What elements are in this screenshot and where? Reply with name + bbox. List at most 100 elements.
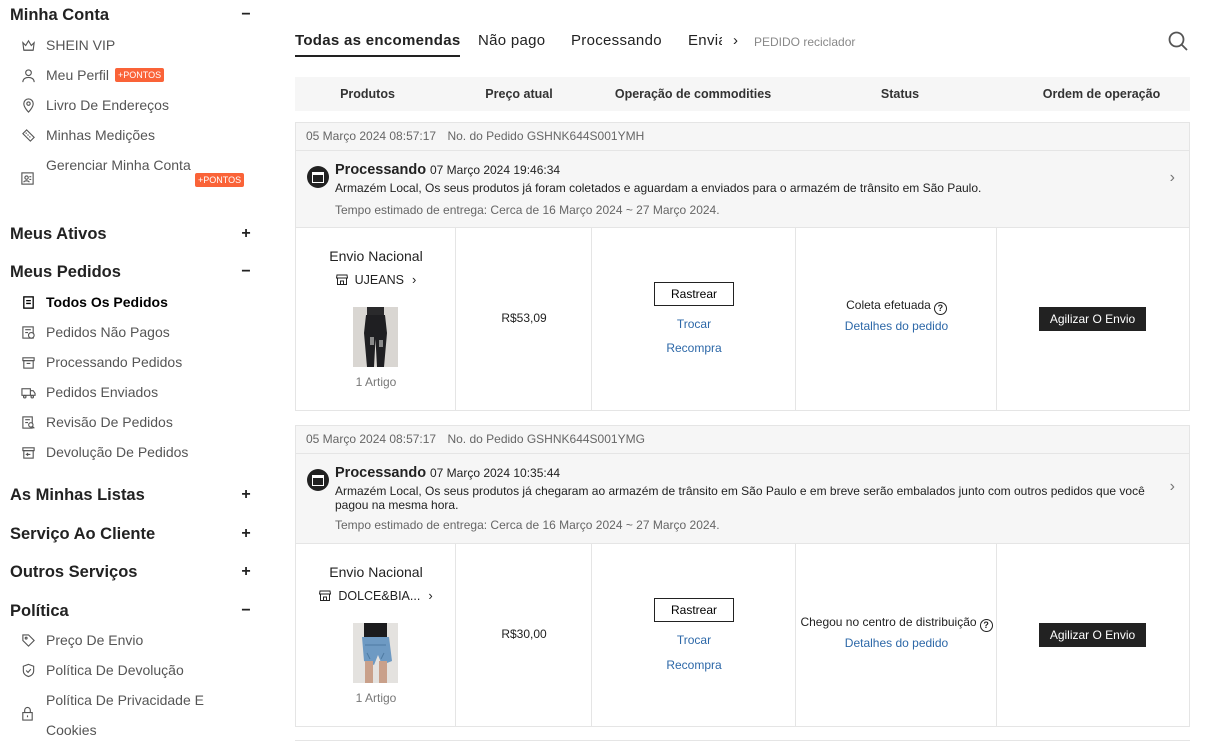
expedite-shipping-button[interactable]: Agilizar O Envio (1039, 307, 1146, 331)
shipment-status: Chegou no centro de distribuição? (796, 615, 997, 632)
ruler-icon (20, 127, 36, 143)
help-icon[interactable]: ? (933, 301, 947, 315)
shield-check-icon (20, 662, 36, 678)
sidebar-item-preco-envio[interactable]: Preço De Envio (20, 625, 262, 655)
return-box-icon (20, 444, 36, 460)
tab-todas[interactable]: Todas as encomendas (295, 32, 461, 57)
collapse-icon[interactable]: − (240, 602, 252, 620)
collapse-icon[interactable]: − (240, 6, 252, 24)
expand-icon[interactable]: + (240, 563, 252, 581)
price-cell: R$30,00 (456, 544, 592, 726)
section-servico-cliente[interactable]: Serviço Ao Cliente + (10, 523, 252, 545)
price-cell: R$53,09 (456, 228, 592, 410)
expand-icon[interactable]: + (240, 525, 252, 543)
points-badge: +PONTOS (115, 68, 165, 82)
processing-box-icon (307, 166, 329, 188)
order-date: 05 Março 2024 08:57:17 (306, 129, 437, 143)
expedite-shipping-button[interactable]: Agilizar O Envio (1039, 623, 1146, 647)
product-thumbnail[interactable] (353, 307, 398, 367)
tab-pedido-reciclador[interactable]: PEDIDO reciclador (754, 35, 855, 49)
account-card-icon (20, 171, 36, 187)
person-icon (20, 67, 36, 83)
chevron-right-icon[interactable]: › (1170, 169, 1175, 187)
sidebar-item-politica-devolucao[interactable]: Política De Devolução (20, 655, 262, 685)
status-title: Processando 07 Março 2024 10:35:44 (335, 464, 560, 481)
exchange-link[interactable]: Trocar (592, 633, 796, 647)
shipping-type: Envio Nacional (329, 564, 423, 580)
status-time: 07 Março 2024 19:46:34 (429, 163, 561, 177)
sidebar-item-revisao[interactable]: Revisão De Pedidos (20, 407, 262, 437)
tab-nao-pago[interactable]: Não pago (478, 32, 545, 49)
order-status-row[interactable]: Processando 07 Março 2024 19:46:34 Armaz… (296, 151, 1189, 228)
sidebar-item-politica-privacidade[interactable]: Política De Privacidade E Cookies (20, 685, 262, 743)
sidebar-item-label: Todos Os Pedidos (46, 294, 168, 310)
store-link[interactable]: DOLCE&BIA... › (296, 588, 456, 603)
expand-icon[interactable]: + (240, 225, 252, 243)
sidebar-item-livro-enderecos[interactable]: Livro De Endereços (20, 90, 262, 120)
sidebar-item-label: Livro De Endereços (46, 97, 169, 113)
chevron-right-icon: › (411, 272, 417, 287)
sidebar-item-todos-pedidos[interactable]: Todos Os Pedidos (20, 287, 262, 317)
sidebar-item-minhas-medicoes[interactable]: Minhas Medições (20, 120, 262, 150)
order-status-row[interactable]: Processando 07 Março 2024 10:35:44 Armaz… (296, 454, 1189, 544)
section-title: As Minhas Listas (10, 485, 145, 504)
store-name: UJEANS (354, 272, 404, 287)
section-meus-ativos[interactable]: Meus Ativos + (10, 223, 252, 245)
expand-icon[interactable]: + (240, 486, 252, 504)
operation-cell: Agilizar O Envio (997, 544, 1189, 726)
status-label: Processando (335, 465, 427, 481)
sidebar: Minha Conta − SHEIN VIP Meu Perfil +PONT… (0, 0, 262, 743)
sidebar-item-nao-pagos[interactable]: Pedidos Não Pagos (20, 317, 262, 347)
item-quantity: 1 Artigo (355, 375, 397, 389)
track-button[interactable]: Rastrear (654, 282, 734, 306)
sidebar-item-shein-vip[interactable]: SHEIN VIP (20, 30, 262, 60)
section-outros-servicos[interactable]: Outros Serviços + (10, 561, 252, 583)
product-thumbnail[interactable] (353, 623, 398, 683)
status-description: Armazém Local, Os seus produtos já chega… (335, 484, 1145, 512)
sidebar-item-label: Preço De Envio (46, 632, 144, 648)
track-button[interactable]: Rastrear (654, 598, 734, 622)
section-minha-conta[interactable]: Minha Conta − (10, 4, 252, 26)
truck-icon (20, 384, 36, 400)
operation-cell: Agilizar O Envio (997, 228, 1189, 410)
section-minhas-listas[interactable]: As Minhas Listas + (10, 484, 252, 506)
exchange-link[interactable]: Trocar (592, 317, 796, 331)
tabs-next-arrow[interactable]: › (733, 32, 738, 49)
sidebar-item-label: Gerenciar Minha Conta (46, 157, 191, 173)
tab-enviado[interactable]: Enviado (688, 32, 722, 49)
order-meta: 05 Março 2024 08:57:17 No. do Pedido GSH… (296, 123, 1189, 151)
store-link[interactable]: UJEANS › (296, 272, 456, 287)
chevron-right-icon[interactable]: › (1170, 478, 1175, 496)
help-icon[interactable]: ? (979, 618, 993, 632)
order-number: No. do Pedido GSHNK644S001YMG (447, 432, 645, 446)
store-name: DOLCE&BIA... (338, 588, 421, 603)
status-cell: Chegou no centro de distribuição? Detalh… (796, 544, 997, 726)
sidebar-item-meu-perfil[interactable]: Meu Perfil +PONTOS (20, 60, 262, 90)
price-tag-icon (20, 632, 36, 648)
store-icon (319, 590, 332, 601)
sidebar-item-label: Revisão De Pedidos (46, 414, 173, 430)
column-header: Ordem de operação (1042, 87, 1161, 101)
sidebar-item-devolucao[interactable]: Devolução De Pedidos (20, 437, 262, 467)
product-cell: Envio Nacional UJEANS › 1 Artigo (296, 228, 456, 410)
rebuy-link[interactable]: Recompra (592, 341, 796, 355)
sidebar-item-gerenciar-conta[interactable]: Gerenciar Minha Conta +PONTOS (20, 150, 262, 210)
order-details-link[interactable]: Detalhes do pedido (796, 319, 997, 333)
current-price: R$53,09 (501, 311, 547, 325)
shipment-status: Coleta efetuada? (796, 298, 997, 315)
search-icon[interactable] (1167, 30, 1189, 52)
rebuy-link[interactable]: Recompra (592, 658, 796, 672)
order-details-link[interactable]: Detalhes do pedido (796, 636, 997, 650)
invoice-icon (20, 324, 36, 340)
sidebar-item-enviados[interactable]: Pedidos Enviados (20, 377, 262, 407)
section-politica[interactable]: Política − (10, 600, 252, 622)
collapse-icon[interactable]: − (240, 263, 252, 281)
tab-processando[interactable]: Processando (571, 32, 662, 49)
column-header: Preço atual (485, 87, 553, 101)
column-header: Status (880, 87, 920, 101)
section-meus-pedidos[interactable]: Meus Pedidos − (10, 261, 252, 283)
order-body: Envio Nacional UJEANS › 1 Artigo R$53,09 (296, 228, 1189, 410)
commodity-actions-cell: Rastrear Trocar Recompra (592, 544, 796, 726)
chevron-right-icon: › (428, 588, 433, 603)
sidebar-item-processando[interactable]: Processando Pedidos (20, 347, 262, 377)
